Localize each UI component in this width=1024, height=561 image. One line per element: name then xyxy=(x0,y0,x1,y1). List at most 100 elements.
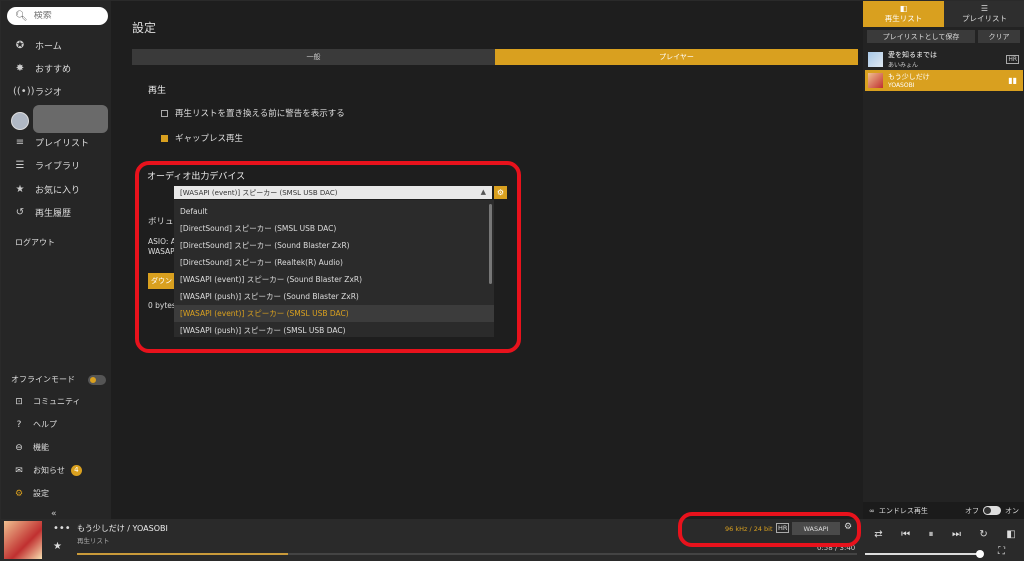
device-option[interactable]: [WASAPI (push)] スピーカー (SMSL USB DAC) xyxy=(174,322,494,337)
clear-button[interactable]: クリア xyxy=(978,30,1020,43)
queue-actions: プレイリストとして保存 クリア xyxy=(863,27,1024,46)
sidebar-item-favorites[interactable]: ★ お気に入り xyxy=(13,181,81,197)
now-playing-title[interactable]: もう少しだけ / YOASOBI xyxy=(77,523,168,534)
sidebar-item-label: 機能 xyxy=(33,443,49,452)
tab-player[interactable]: プレイヤー xyxy=(495,49,858,65)
sidebar-item-label: ライブラリ xyxy=(35,161,81,172)
help-icon: ? xyxy=(16,419,22,430)
queue-item-playing[interactable]: もう少しだけ YOASOBI ▮▮ xyxy=(865,70,1023,91)
sidebar-item-radio[interactable]: ((•)) ラジオ xyxy=(13,83,62,99)
sidebar-item-label: ヘルプ xyxy=(33,420,57,429)
sidebar-item-news[interactable]: ✉ お知らせ 4 xyxy=(13,465,82,476)
off-label: オフ xyxy=(965,506,979,515)
gear-icon: ⚙ xyxy=(14,488,24,499)
queue-panel: ◧ 再生リスト ☰ プレイリスト プレイリストとして保存 クリア 愛を知るまでは… xyxy=(863,1,1024,519)
page-title: 設定 xyxy=(132,21,157,35)
fullscreen-icon[interactable]: ⛶ xyxy=(998,546,1005,557)
device-settings-button[interactable]: ⚙ xyxy=(494,186,507,199)
sidebar-item-label: お知らせ xyxy=(33,466,65,475)
wasapi-label-partial: WASAP xyxy=(148,247,175,256)
radio-icon: ((•)) xyxy=(13,85,35,97)
mail-icon: ✉ xyxy=(15,465,23,476)
next-icon[interactable]: ⏭ xyxy=(952,529,961,540)
warn-replace-checkbox[interactable] xyxy=(161,109,168,117)
star-icon: ★ xyxy=(15,183,25,195)
sidebar-item-library[interactable]: ☰ ライブラリ xyxy=(13,157,81,173)
sidebar-item-features[interactable]: ⊖ 機能 xyxy=(13,442,49,453)
volume-knob[interactable] xyxy=(976,550,984,558)
output-mode-button[interactable]: WASAPI xyxy=(792,522,840,535)
endless-playback-row: ∞ エンドレス再生 オフ オン xyxy=(863,502,1024,519)
track-info: もう少しだけ YOASOBI xyxy=(888,72,1008,89)
user-name-box[interactable] xyxy=(33,105,108,133)
device-option[interactable]: [WASAPI (push)] スピーカー (Sound Blaster ZxR… xyxy=(174,288,494,305)
community-icon: ⊡ xyxy=(15,396,23,407)
playback-controls: ⇄ ⏮ ⏸ ⏭ ↻ ◧ xyxy=(865,529,1024,540)
equalizer-icon: ▮▮ xyxy=(1008,76,1017,85)
gear-icon[interactable]: ⚙ xyxy=(844,522,852,532)
seek-bar[interactable] xyxy=(77,553,857,555)
gapless-option[interactable]: ギャップレス再生 xyxy=(161,132,243,144)
sidebar-item-label: プレイリスト xyxy=(35,138,90,149)
on-label: オン xyxy=(1005,506,1019,515)
volume-label-partial: ボリュ xyxy=(148,217,174,227)
warn-replace-option[interactable]: 再生リストを置き換える前に警告を表示する xyxy=(161,107,345,119)
search-input[interactable] xyxy=(33,11,104,21)
device-option[interactable]: [DirectSound] スピーカー (Realtek(R) Audio) xyxy=(174,254,494,271)
previous-icon[interactable]: ⏮ xyxy=(901,529,910,540)
avatar[interactable] xyxy=(11,112,29,130)
sidebar-item-help[interactable]: ? ヘルプ xyxy=(13,419,57,430)
more-icon[interactable]: ••• xyxy=(53,523,71,534)
sidebar-item-community[interactable]: ⊡ コミュニティ xyxy=(13,396,80,407)
download-button[interactable]: ダウン xyxy=(148,273,175,289)
queue-panel-icon[interactable]: ◧ xyxy=(1006,529,1015,540)
chevron-up-icon: ▲ xyxy=(480,188,486,196)
pause-icon[interactable]: ⏸ xyxy=(929,529,934,540)
sidebar-item-playlist[interactable]: ≡ プレイリスト xyxy=(13,134,89,150)
shuffle-icon[interactable]: ⇄ xyxy=(874,529,882,540)
playlist-icon: ☰ xyxy=(980,4,989,13)
sidebar-item-settings[interactable]: ⚙ 設定 xyxy=(13,488,49,499)
offline-mode-toggle[interactable] xyxy=(88,374,106,385)
sidebar-item-recommend[interactable]: ✸ おすすめ xyxy=(13,60,71,76)
tab-general[interactable]: 一般 xyxy=(132,49,495,65)
tab-now-playing[interactable]: ◧ 再生リスト xyxy=(863,1,944,27)
save-as-playlist-button[interactable]: プレイリストとして保存 xyxy=(867,30,975,43)
sample-rate: 96 kHz / 24 bit xyxy=(725,525,773,533)
track-artist: あいみょん xyxy=(888,62,919,69)
device-option-selected[interactable]: [WASAPI (event)] スピーカー (SMSL USB DAC) xyxy=(174,305,494,322)
sidebar-item-home[interactable]: ✪ ホーム xyxy=(13,37,62,53)
compass-icon: ✪ xyxy=(15,39,25,51)
sidebar-item-label: お気に入り xyxy=(35,185,81,196)
hr-badge: HR xyxy=(776,523,790,533)
device-option[interactable]: [DirectSound] スピーカー (Sound Blaster ZxR) xyxy=(174,237,494,254)
sidebar-item-label: ラジオ xyxy=(35,87,62,98)
tab-playlists[interactable]: ☰ プレイリスト xyxy=(944,1,1024,27)
offline-mode-label: オフラインモード xyxy=(11,375,75,384)
gapless-label: ギャップレス再生 xyxy=(175,134,244,144)
settings-tabs: 一般 プレイヤー xyxy=(132,49,858,65)
album-art[interactable] xyxy=(4,521,42,559)
endless-label: エンドレス再生 xyxy=(878,506,928,515)
tab-label: プレイリスト xyxy=(962,14,1007,23)
search-box[interactable]: 🔍︎ xyxy=(7,7,108,25)
star-icon[interactable]: ★ xyxy=(53,541,62,552)
tab-label: 再生リスト xyxy=(884,14,923,23)
sidebar-item-history[interactable]: ↺ 再生履歴 xyxy=(13,204,71,220)
sidebar-item-label: おすすめ xyxy=(35,64,72,75)
device-option[interactable]: Default xyxy=(174,203,494,220)
gapless-checkbox[interactable] xyxy=(161,134,168,142)
queue-item[interactable]: 愛を知るまでは あいみょん HR xyxy=(865,49,1023,70)
device-option[interactable]: [WASAPI (event)] スピーカー (Sound Blaster Zx… xyxy=(174,271,494,288)
endless-toggle[interactable] xyxy=(983,506,1001,515)
collapse-sidebar-icon[interactable]: « xyxy=(51,509,57,519)
device-option[interactable]: [DirectSound] スピーカー (SMSL USB DAC) xyxy=(174,220,494,237)
queue-icon: ◧ xyxy=(899,4,908,13)
infinity-icon: ∞ xyxy=(869,506,875,515)
sidebar: 🔍︎ ✪ ホーム ✸ おすすめ ((•)) ラジオ ≡ プレイリスト ☰ ライブ… xyxy=(1,1,111,519)
logout-link[interactable]: ログアウト xyxy=(15,237,55,248)
audio-device-select[interactable]: [WASAPI (event)] スピーカー (SMSL USB DAC) ▲ xyxy=(174,186,492,199)
volume-bar[interactable] xyxy=(865,553,980,555)
dropdown-scrollbar[interactable] xyxy=(489,204,492,284)
repeat-icon[interactable]: ↻ xyxy=(979,529,987,540)
